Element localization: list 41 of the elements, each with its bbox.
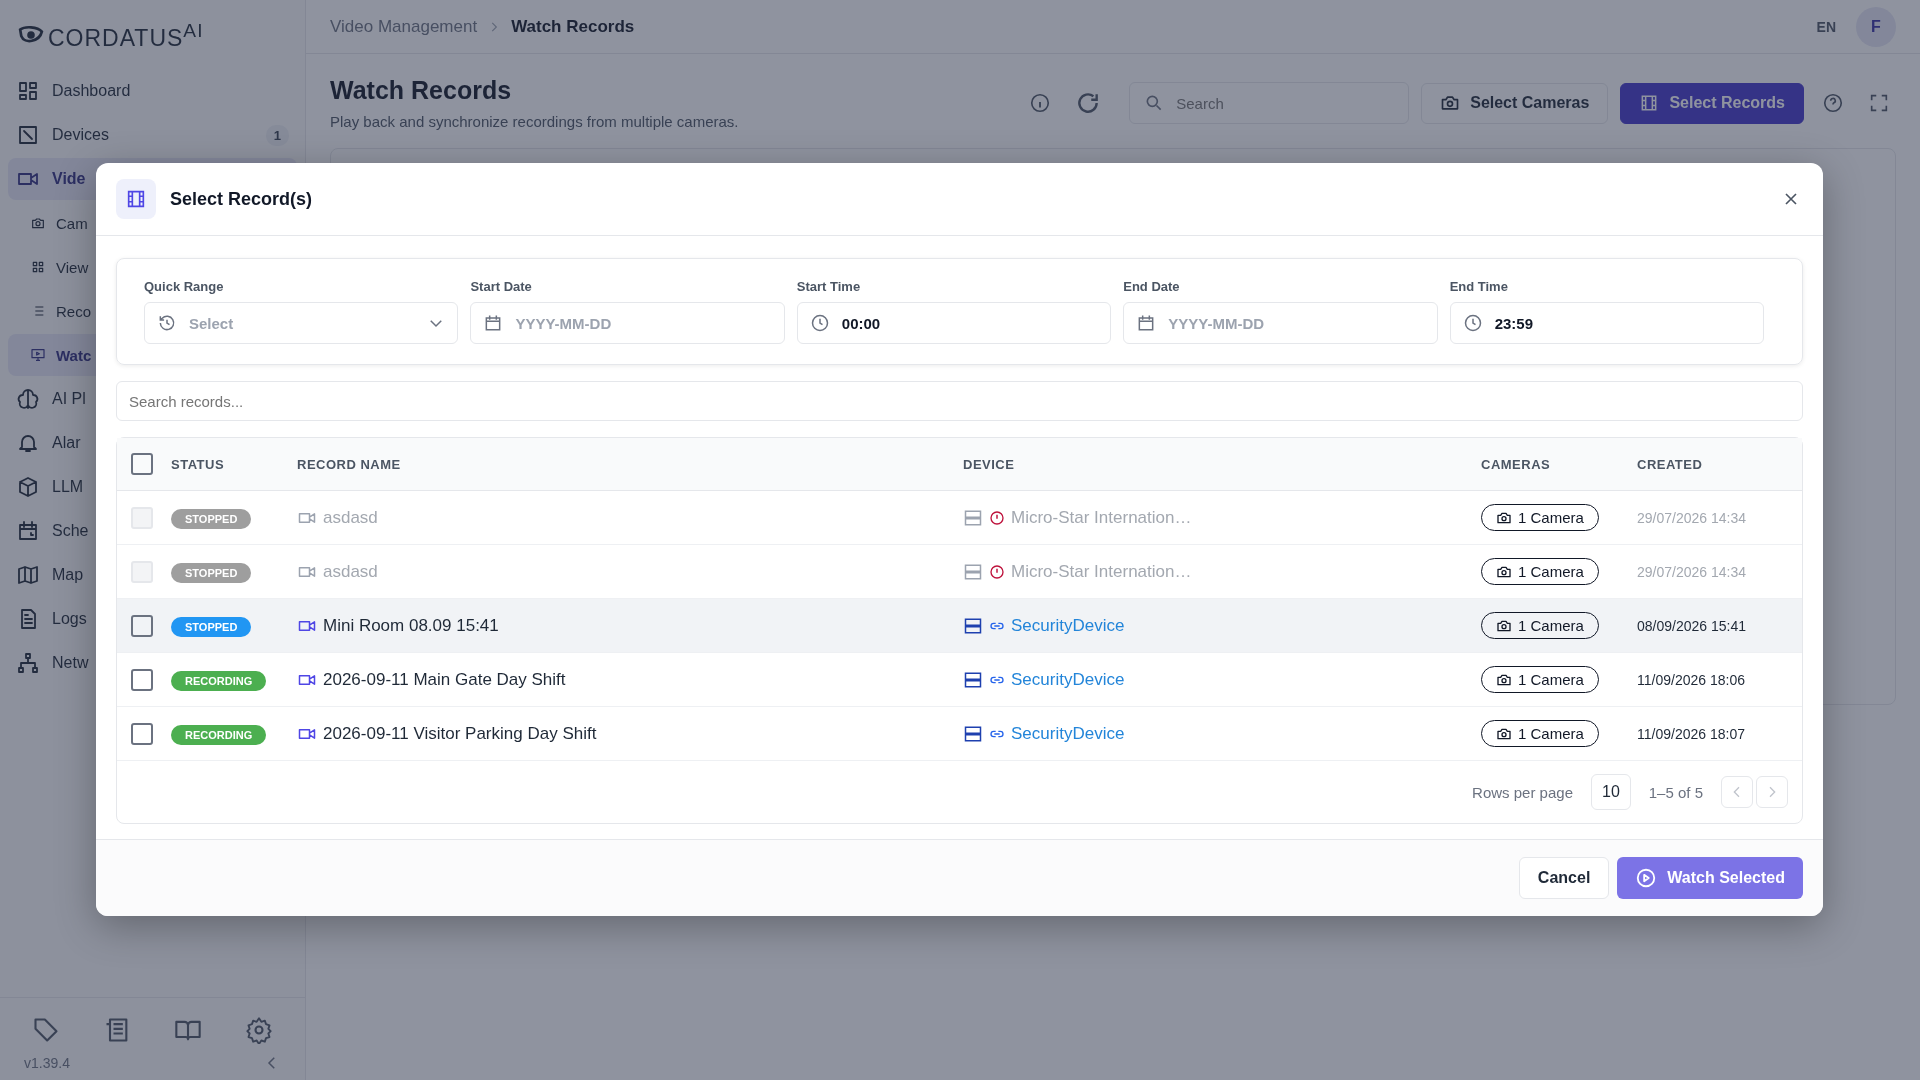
status-badge: STOPPED [171, 562, 252, 583]
column-header: CREATED [1637, 456, 1703, 472]
camera-count: 1 Camera [1518, 563, 1584, 580]
device-name: Micro-Star Internation… [1011, 507, 1192, 528]
column-header: DEVICE [963, 456, 1015, 472]
field-label: End Time [1449, 279, 1509, 294]
created-date: 08/09/2026 15:41 [1637, 617, 1746, 634]
status-badge: STOPPED [171, 508, 252, 529]
count-badge: 1 [265, 124, 289, 146]
created-date: 29/07/2026 14:34 [1637, 563, 1746, 580]
page-title: Watch Records [330, 76, 513, 105]
logo-text: CORDATUS$^{AI}$ [48, 20, 204, 52]
camera-count: 1 Camera [1518, 725, 1584, 742]
page-subtitle: Play back and synchronize recordings from multiple cameras. [330, 113, 739, 130]
dialog-title: Select Record(s) [170, 188, 314, 210]
breadcrumb-current: Watch Records [511, 16, 635, 37]
created-date: 11/09/2026 18:06 [1637, 671, 1745, 688]
field-label: Start Time [796, 279, 862, 294]
record-name: 2026-09-11 Main Gate Day Shift [323, 669, 566, 690]
column-header: STATUS [171, 456, 225, 472]
record-name: asdasd [323, 507, 378, 528]
created-date: 11/09/2026 18:07 [1637, 725, 1745, 742]
camera-count: 1 Camera [1518, 509, 1584, 526]
version-label: v1.39.4 [24, 1055, 70, 1071]
page-range: 1–5 of 5 [1648, 783, 1703, 801]
status-badge: STOPPED [171, 616, 252, 637]
field-label: End Date [1123, 279, 1181, 294]
record-name: 2026-09-11 Visitor Parking Day Shift [323, 723, 597, 744]
record-name: Mini Room 08.09 15:41 [323, 615, 499, 636]
status-badge: RECORDING [171, 724, 267, 745]
rows-per-page-label: Rows per page [1472, 783, 1573, 801]
created-date: 29/07/2026 14:34 [1637, 509, 1746, 526]
field-label: Quick Range [144, 279, 225, 294]
field-label: Start Date [470, 279, 533, 294]
record-name: asdasd [323, 561, 378, 582]
column-header: RECORD NAME [297, 456, 401, 472]
camera-count: 1 Camera [1518, 671, 1584, 688]
device-name: Micro-Star Internation… [1011, 561, 1192, 582]
status-badge: RECORDING [171, 670, 267, 691]
camera-count: 1 Camera [1518, 617, 1584, 634]
column-header: CAMERAS [1481, 456, 1551, 472]
